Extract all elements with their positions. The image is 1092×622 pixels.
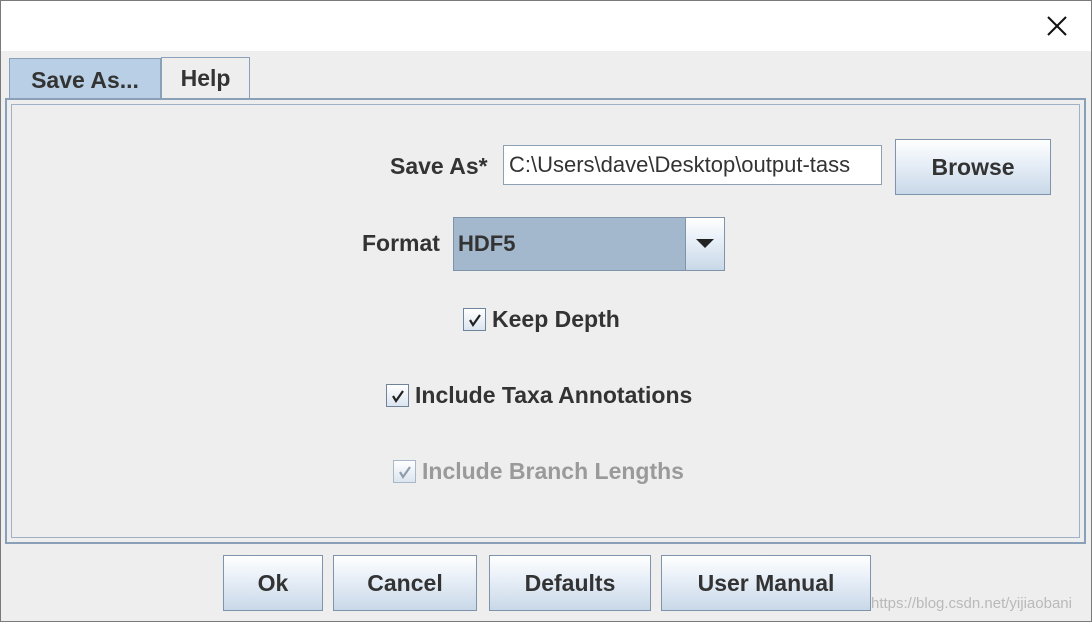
include-branch-lengths-label: Include Branch Lengths — [422, 458, 684, 484]
checkmark-icon — [398, 465, 411, 479]
browse-button[interactable]: Browse — [895, 139, 1051, 195]
include-taxa-annotations-checkbox[interactable]: Include Taxa Annotations — [386, 382, 692, 409]
checkmark-icon — [468, 313, 481, 327]
format-dropdown-button[interactable] — [685, 218, 724, 270]
cancel-button[interactable]: Cancel — [333, 555, 477, 611]
format-selected-value: HDF5 — [458, 231, 516, 256]
tab-bar: Save As... Help — [1, 51, 1091, 101]
defaults-button[interactable]: Defaults — [489, 555, 651, 611]
chevron-down-icon — [696, 239, 714, 248]
save-as-path-input[interactable]: C:\Users\dave\Desktop\output-tass — [503, 145, 882, 185]
checkbox-box[interactable] — [386, 384, 409, 407]
keep-depth-label: Keep Depth — [492, 306, 620, 332]
keep-depth-checkbox[interactable]: Keep Depth — [463, 306, 620, 333]
tab-help[interactable]: Help — [161, 57, 250, 99]
include-branch-lengths-checkbox: Include Branch Lengths — [393, 458, 684, 485]
format-label: Format — [362, 230, 440, 256]
title-bar — [1, 1, 1091, 51]
checkbox-box[interactable] — [463, 308, 486, 331]
format-select[interactable]: HDF5 — [453, 217, 725, 271]
close-icon — [1047, 16, 1067, 36]
dialog-window: Save As... Help Save As* C:\Users\dave\D… — [0, 0, 1092, 622]
user-manual-button[interactable]: User Manual — [661, 555, 871, 611]
checkbox-box — [393, 460, 416, 483]
save-as-label: Save As* — [390, 153, 488, 179]
checkmark-icon — [391, 389, 404, 403]
tab-save-as[interactable]: Save As... — [9, 58, 161, 101]
watermark-text: https://blog.csdn.net/yijiaobani — [871, 595, 1072, 612]
close-button[interactable] — [1037, 7, 1077, 45]
include-taxa-annotations-label: Include Taxa Annotations — [415, 382, 693, 408]
ok-button[interactable]: Ok — [223, 555, 323, 611]
